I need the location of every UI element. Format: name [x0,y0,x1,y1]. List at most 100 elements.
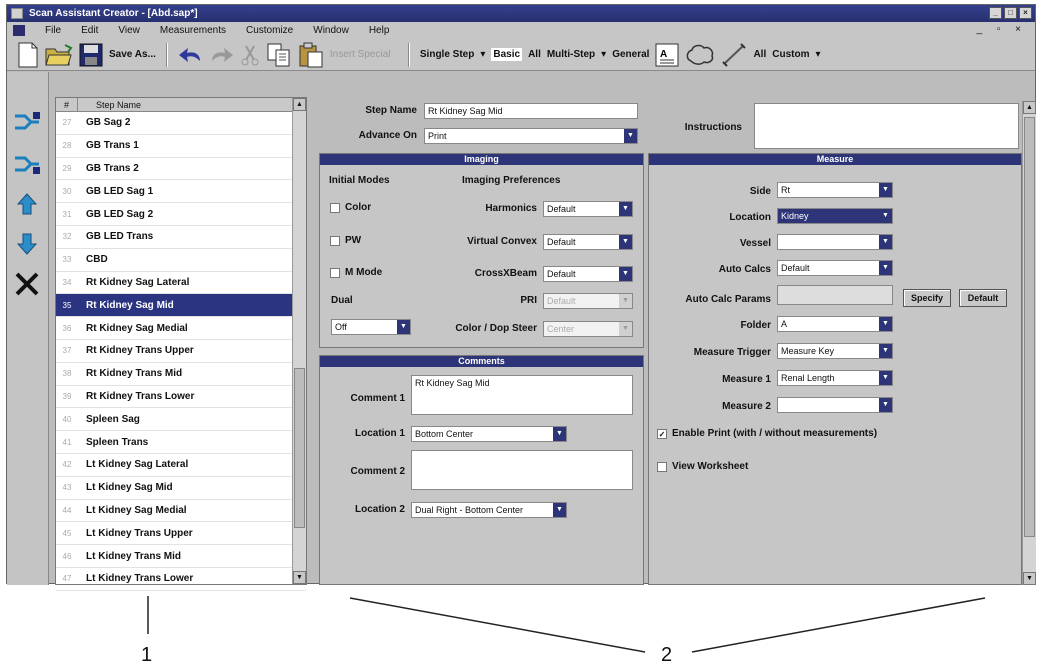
step-list-item[interactable]: 36 Rt Kidney Sag Medial [56,317,306,340]
menu-view[interactable]: View [118,25,140,36]
dropdown-arrow-icon: ▼ [619,267,632,281]
step-list-item[interactable]: 40 Spleen Sag [56,408,306,432]
location-select[interactable]: Kidney ▼ [777,208,893,224]
document-window-controls[interactable]: _ ▫ × [976,24,1027,35]
save-button[interactable] [79,42,103,68]
menu-help[interactable]: Help [369,25,390,36]
auto-calc-params-field[interactable] [777,285,893,305]
column-header-number[interactable]: # [56,98,78,111]
measure-1-label: Measure 1 [722,374,771,385]
step-list-item[interactable]: 35 Rt Kidney Sag Mid [56,294,306,318]
location-1-select[interactable]: Bottom Center ▼ [411,426,567,442]
append-step-button[interactable] [13,150,41,178]
step-list-item[interactable]: 31 GB LED Sag 2 [56,203,306,226]
menu-measurements[interactable]: Measurements [160,25,226,36]
pw-checkbox[interactable]: PW [330,235,361,246]
harmonics-select[interactable]: Default ▼ [543,201,633,217]
step-list-item[interactable]: 30 GB LED Sag 1 [56,180,306,204]
enable-print-checkbox[interactable]: ✓ Enable Print (with / without measuremen… [657,428,877,439]
view-worksheet-checkbox[interactable]: View Worksheet [657,461,748,472]
minimize-button[interactable]: _ [989,7,1002,19]
measure-trigger-select[interactable]: Measure Key ▼ [777,343,893,359]
delete-step-button[interactable] [13,270,41,298]
step-name-input[interactable]: Rt Kidney Sag Mid [424,103,638,119]
scroll-down-arrow-icon[interactable]: ▼ [293,571,306,584]
all-option[interactable]: All [528,49,541,60]
paste-button[interactable] [298,42,324,68]
folder-select[interactable]: A ▼ [777,316,893,332]
step-list-item[interactable]: 29 GB Trans 2 [56,158,306,181]
insert-special-button[interactable]: Insert Special [330,49,398,60]
scroll-up-arrow-icon[interactable]: ▲ [293,98,306,111]
caliper-button[interactable] [721,42,747,68]
step-list-item[interactable]: 34 Rt Kidney Sag Lateral [56,272,306,295]
close-button[interactable]: × [1019,7,1032,19]
text-annotation-button[interactable]: A [655,42,679,68]
pri-select[interactable]: Default ▼ [543,293,633,309]
text-annotation-icon: A [655,43,679,66]
comment-2-textarea[interactable] [411,450,633,490]
dropdown-arrow-icon: ▼ [624,129,637,143]
step-list-item[interactable]: 33 CBD [56,249,306,272]
copy-button[interactable] [266,42,292,68]
menu-file[interactable]: File [45,25,61,36]
all-measure-option[interactable]: All [753,49,766,60]
color-checkbox[interactable]: Color [330,202,371,213]
specify-button[interactable]: Specify [903,289,951,307]
trace-button[interactable] [685,42,715,68]
comment-1-textarea[interactable]: Rt Kidney Sag Mid [411,375,633,415]
insert-step-button[interactable] [13,108,41,136]
step-list-item[interactable]: 42 Lt Kidney Sag Lateral [56,454,306,477]
step-list-item[interactable]: 41 Spleen Trans [56,431,306,454]
crossxbeam-select[interactable]: Default ▼ [543,266,633,282]
side-select[interactable]: Rt ▼ [777,182,893,198]
save-as-button[interactable]: Save As... [109,49,156,60]
open-folder-button[interactable] [45,42,73,68]
vessel-select[interactable]: ▼ [777,234,893,250]
step-list-item[interactable]: 45 Lt Kidney Trans Upper [56,522,306,546]
menu-window[interactable]: Window [313,25,349,36]
step-list-item[interactable]: 46 Lt Kidney Trans Mid [56,545,306,568]
advance-on-select[interactable]: Print ▼ [424,128,638,144]
default-button[interactable]: Default [959,289,1007,307]
scroll-thumb[interactable] [1024,117,1035,537]
step-name: Rt Kidney Trans Upper [86,345,194,357]
step-list-scrollbar[interactable]: ▲ ▼ [292,98,306,584]
measure-1-select[interactable]: Renal Length ▼ [777,370,893,386]
single-step-dropdown[interactable]: Single Step [420,49,474,60]
maximize-button[interactable]: □ [1004,7,1017,19]
pw-checkbox-label: PW [345,235,362,246]
scroll-up-arrow-icon[interactable]: ▲ [1023,101,1036,114]
menu-customize[interactable]: Customize [246,25,293,36]
undo-button[interactable] [178,42,204,68]
new-file-button[interactable] [17,42,39,68]
menu-edit[interactable]: Edit [81,25,98,36]
cut-button[interactable] [240,42,260,68]
main-scrollbar[interactable]: ▲ ▼ [1022,101,1036,585]
column-header-step-name[interactable]: Step Name [78,98,306,111]
dual-select[interactable]: Off ▼ [331,319,411,335]
step-list-item[interactable]: 28 GB Trans 1 [56,135,306,158]
location-2-select[interactable]: Dual Right - Bottom Center ▼ [411,502,567,518]
redo-button[interactable] [210,42,234,68]
step-list-item[interactable]: 39 Rt Kidney Trans Lower [56,386,306,409]
step-list-item[interactable]: 38 Rt Kidney Trans Mid [56,363,306,386]
move-down-button[interactable] [13,230,41,258]
step-list-item[interactable]: 27 GB Sag 2 [56,112,306,135]
custom-dropdown[interactable]: Custom [772,49,809,60]
step-list-item[interactable]: 32 GB LED Trans [56,226,306,249]
step-list-item[interactable]: 43 Lt Kidney Sag Mid [56,477,306,500]
measure-2-select[interactable]: ▼ [777,397,893,413]
instructions-textarea[interactable] [754,103,1019,149]
multi-step-dropdown[interactable]: Multi-Step [547,49,595,60]
auto-calcs-select[interactable]: Default ▼ [777,260,893,276]
general-option[interactable]: General [612,49,649,60]
basic-option[interactable]: Basic [491,48,523,61]
step-list-item[interactable]: 37 Rt Kidney Trans Upper [56,340,306,363]
virtual-convex-select[interactable]: Default ▼ [543,234,633,250]
m-mode-checkbox[interactable]: M Mode [330,267,382,278]
scroll-thumb[interactable] [294,368,305,528]
step-list-item[interactable]: 44 Lt Kidney Sag Medial [56,500,306,523]
color-dop-steer-select[interactable]: Center ▼ [543,321,633,337]
move-up-button[interactable] [13,190,41,218]
